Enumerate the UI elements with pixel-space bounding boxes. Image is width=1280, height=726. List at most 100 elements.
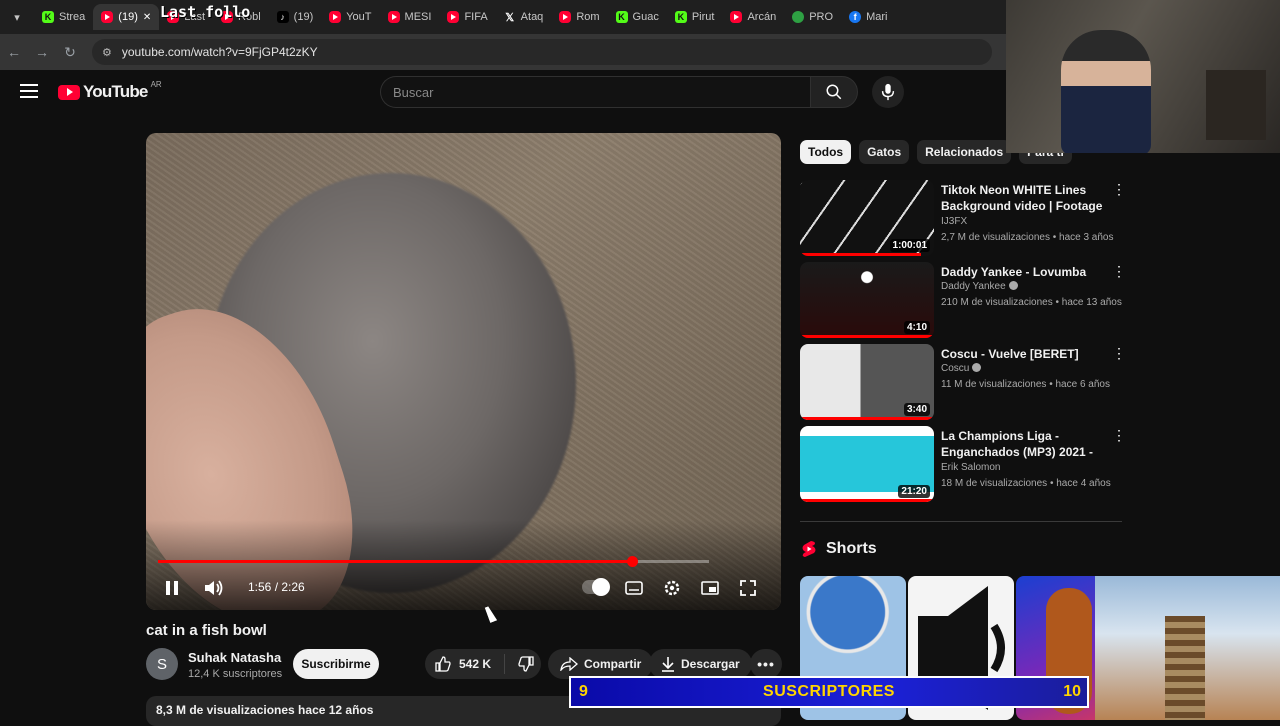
player-controls: 1:56 / 2:26 (146, 573, 781, 603)
shorts-header: Shorts (802, 540, 877, 558)
more-actions-button[interactable]: ••• (750, 649, 782, 679)
recommended-channel-name[interactable]: Erik Salomon (941, 462, 1000, 473)
menu-icon[interactable] (20, 84, 38, 98)
browser-tab[interactable]: (19) ✕ (93, 4, 160, 30)
recommended-video-title[interactable]: La Champions Liga - Enganchados (MP3) 20… (941, 428, 1106, 460)
recommended-video-meta: 11 M de visualizaciones • hace 6 años (941, 379, 1110, 390)
more-horizontal-icon: ••• (757, 656, 775, 672)
download-button[interactable]: Descargar (649, 649, 752, 679)
youtube-logo[interactable]: YouTube AR (58, 80, 162, 102)
site-info-icon[interactable]: ⚙ (102, 46, 112, 59)
browser-tab[interactable]: 𝕏 Ataq (496, 4, 552, 30)
address-bar[interactable]: ⚙ youtube.com/watch?v=9FjGP4t2zKY (92, 39, 992, 65)
seek-bar[interactable] (158, 556, 709, 567)
subscribe-button[interactable]: Suscribirme (293, 649, 379, 679)
logo-wordmark: YouTube (83, 82, 148, 101)
browser-tab[interactable]: ♪ (19) (269, 4, 322, 30)
youtube-play-icon (58, 84, 80, 100)
browser-tab[interactable]: PRO (784, 4, 841, 30)
channel-name-text: Erik Salomon (941, 462, 1001, 473)
search-input[interactable] (393, 84, 793, 100)
recommended-channel-name[interactable]: Daddy Yankee (941, 281, 1018, 292)
time-display: 1:56 / 2:26 (248, 580, 305, 594)
goal-target: 10 (1063, 683, 1081, 700)
browser-tab[interactable]: f Mari (841, 4, 895, 30)
recommended-video-title[interactable]: Coscu - Vuelve [BERET] (941, 346, 1106, 362)
like-button[interactable]: 542 K (425, 656, 498, 672)
subtitles-button[interactable] (622, 576, 646, 600)
video-thumbnail[interactable]: 1:00:01 (800, 180, 934, 256)
seek-bar-played (158, 560, 632, 563)
volume-button[interactable] (202, 576, 226, 600)
thumbs-down-icon (518, 656, 534, 672)
search-button[interactable] (810, 76, 858, 108)
recommended-video[interactable]: 21:20 La Champions Liga - Enganchados (MP… (800, 426, 1130, 502)
dislike-button[interactable] (511, 656, 541, 672)
subway-gameplay-overlay (1095, 576, 1280, 720)
url-text: youtube.com/watch?v=9FjGP4t2zKY (121, 45, 318, 59)
download-label: Descargar (681, 657, 740, 671)
watched-progress-bar (800, 253, 921, 256)
verified-check-icon (1008, 281, 1018, 290)
fullscreen-button[interactable] (736, 576, 760, 600)
filter-chip[interactable]: Relacionados (917, 140, 1012, 164)
autoplay-toggle[interactable] (582, 578, 610, 596)
tab-title: Guac (632, 11, 659, 23)
reload-icon[interactable]: ↻ (56, 44, 84, 61)
recommended-channel-name[interactable]: IJ3FX (941, 216, 967, 227)
tab-title: Strea (59, 11, 86, 23)
browser-tab[interactable]: FIFA (439, 4, 495, 30)
watched-progress-bar (800, 499, 934, 502)
channel-name-text: IJ3FX (941, 216, 968, 227)
forward-arrow-icon[interactable]: → (28, 44, 56, 60)
thumbs-up-icon (435, 656, 451, 672)
browser-tab[interactable]: MESI (380, 4, 440, 30)
more-vertical-icon[interactable]: ⋮ (1112, 264, 1126, 278)
browser-tab[interactable]: Rom (551, 4, 607, 30)
generic-favicon-icon (792, 11, 805, 23)
back-arrow-icon[interactable]: ← (0, 44, 28, 60)
tab-title: Mari (866, 11, 888, 23)
recommended-channel-name[interactable]: Coscu (941, 363, 982, 374)
browser-tab[interactable]: K Guac (608, 4, 667, 30)
browser-tab[interactable]: K Strea (34, 4, 93, 30)
tab-title: YouT (346, 11, 372, 23)
video-thumbnail[interactable]: 3:40 (800, 344, 934, 420)
close-tab-icon[interactable]: ✕ (143, 12, 151, 23)
recommended-video[interactable]: 1:00:01 Tiktok Neon WHITE Lines Backgroun… (800, 180, 1130, 256)
tiktok-favicon-icon: ♪ (276, 11, 289, 23)
video-thumbnail[interactable]: 21:20 (800, 426, 934, 502)
tab-title: MESI (404, 11, 432, 23)
volume-icon (205, 580, 223, 596)
tab-search-chevron-icon[interactable]: ▾ (6, 6, 28, 28)
browser-tab[interactable]: K Pirut (667, 4, 723, 30)
more-vertical-icon[interactable]: ⋮ (1112, 428, 1126, 442)
seek-handle[interactable] (626, 556, 638, 567)
pause-button[interactable] (160, 576, 184, 600)
filter-chip[interactable]: Gatos (859, 140, 910, 164)
share-button[interactable]: Compartir (548, 649, 654, 679)
filter-chip[interactable]: Todos (800, 140, 852, 164)
voice-search-button[interactable] (872, 76, 904, 108)
video-player[interactable]: 1:56 / 2:26 (146, 133, 781, 610)
more-vertical-icon[interactable]: ⋮ (1112, 182, 1126, 196)
tab-title: Arcán (747, 11, 777, 23)
recommended-video-title[interactable]: Tiktok Neon WHITE Lines Background video… (941, 182, 1106, 214)
channel-name[interactable]: Suhak Natasha (188, 650, 281, 665)
youtube-favicon-icon (730, 11, 743, 23)
video-thumbnail[interactable]: 4:10 (800, 262, 934, 338)
recommended-video[interactable]: 3:40 Coscu - Vuelve [BERET] Coscu 11 M de v… (800, 344, 1130, 420)
goal-label: SUSCRIPTORES (763, 683, 895, 700)
miniplayer-button[interactable] (698, 576, 722, 600)
recommended-video[interactable]: 4:10 Daddy Yankee - Lovumba Daddy Yankee 21… (800, 262, 1130, 338)
webcam-person (1061, 30, 1151, 153)
browser-tab[interactable]: Arcán (722, 4, 784, 30)
browser-tab[interactable]: YouT (321, 4, 379, 30)
watched-progress-bar (800, 417, 934, 420)
more-vertical-icon[interactable]: ⋮ (1112, 346, 1126, 360)
settings-button[interactable] (660, 576, 684, 600)
channel-avatar[interactable]: S (146, 648, 178, 680)
share-icon (560, 657, 578, 671)
recommended-video-title[interactable]: Daddy Yankee - Lovumba (941, 264, 1106, 280)
fullscreen-icon (740, 580, 756, 596)
